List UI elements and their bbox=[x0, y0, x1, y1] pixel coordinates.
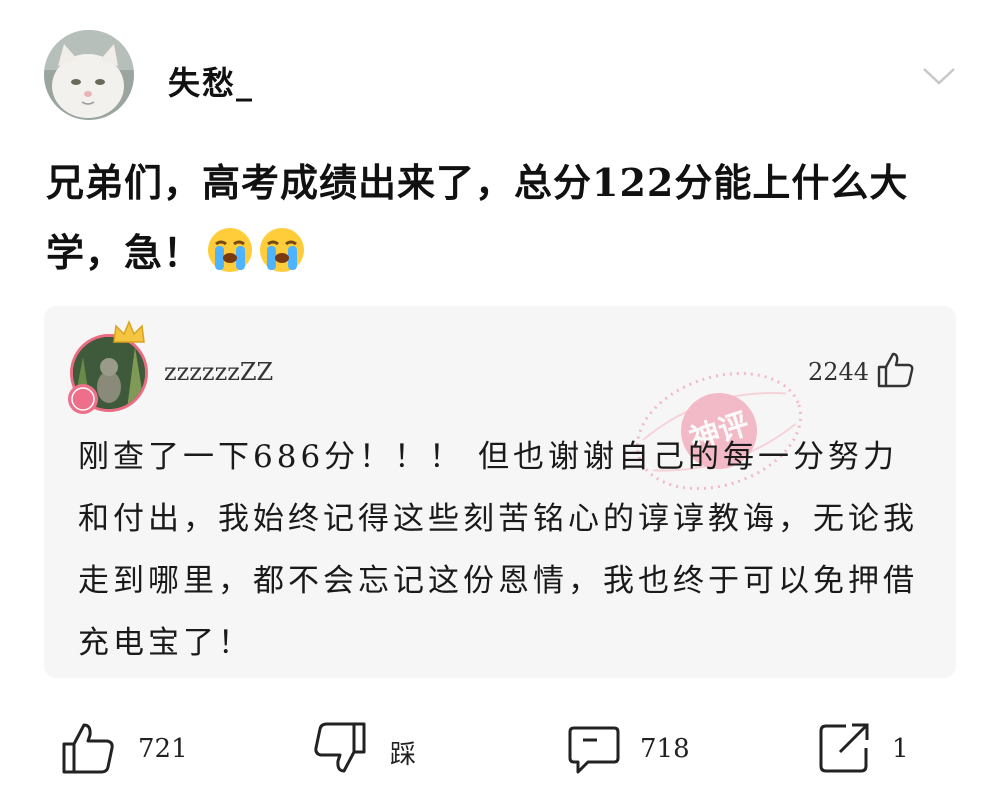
comment-icon bbox=[568, 726, 620, 774]
commenter-avatar-group[interactable] bbox=[66, 320, 166, 420]
post-title: 兄弟们，高考成绩出来了，总分122分能上什么大学，急！ bbox=[46, 148, 956, 288]
author-avatar[interactable] bbox=[44, 30, 134, 120]
thumbs-up-icon[interactable] bbox=[876, 350, 916, 390]
comment-like-count: 2244 bbox=[808, 358, 870, 386]
post-title-text: 兄弟们，高考成绩出来了，总分122分能上什么大学，急！ bbox=[46, 160, 909, 275]
crying-face-icon bbox=[208, 228, 253, 272]
comment-count: 718 bbox=[640, 734, 690, 764]
post-page: 失愁_ 兄弟们，高考成绩出来了，总分122分能上什么大学，急！ 神评 zzzzz… bbox=[0, 0, 1000, 812]
share-icon bbox=[819, 723, 869, 773]
post-header: 失愁_ bbox=[44, 30, 964, 122]
god-comment-badge-icon bbox=[68, 384, 98, 414]
author-name[interactable]: 失愁_ bbox=[168, 58, 254, 104]
crown-icon bbox=[113, 320, 145, 343]
share-count: 1 bbox=[892, 734, 909, 764]
top-comment-card[interactable]: 神评 zzzzzzZZ 2244 刚查了一下686分！！！ 但也谢谢自己的每一分… bbox=[44, 306, 956, 678]
crying-face-icon bbox=[260, 228, 305, 272]
commenter-name[interactable]: zzzzzzZZ bbox=[164, 358, 273, 386]
action-bar: 721 踩 718 1 bbox=[0, 712, 1000, 792]
dislike-label: 踩 bbox=[390, 740, 417, 770]
chevron-down-icon[interactable] bbox=[922, 64, 956, 88]
comment-text: 刚查了一下686分！！！ 但也谢谢自己的每一分努力和付出，我始终记得这些刻苦铭心… bbox=[78, 439, 918, 661]
thumbs-down-icon bbox=[314, 722, 366, 773]
thumbs-up-icon bbox=[62, 723, 114, 774]
like-count: 721 bbox=[138, 734, 188, 764]
